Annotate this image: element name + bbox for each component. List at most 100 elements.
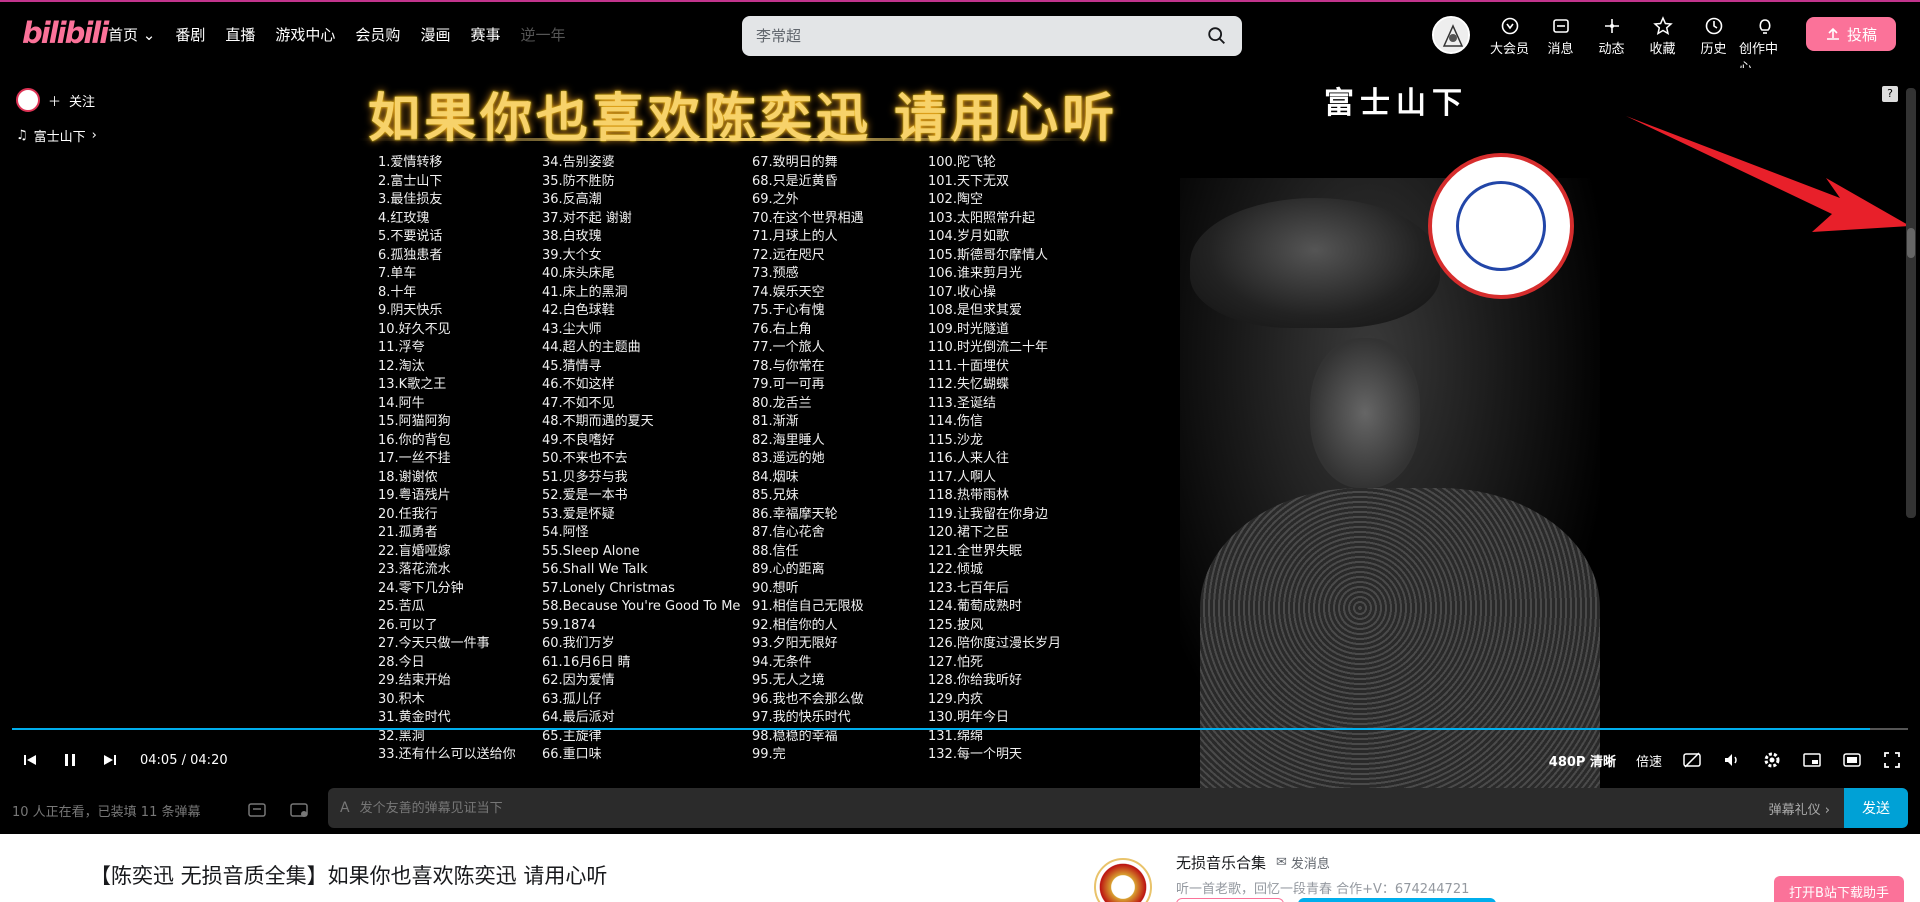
song-list-item: 77.一个旅人 (752, 340, 825, 355)
uploader-description: 听一首老歌，回忆一段青春 合作+V：674244721 (1176, 882, 1470, 897)
progress-bar[interactable] (12, 728, 1908, 730)
subtitle-off-icon[interactable] (1682, 750, 1702, 770)
user-avatar[interactable] (1432, 16, 1470, 54)
nav-dynamics[interactable]: 动态 (1586, 16, 1637, 76)
help-icon[interactable]: ? (1882, 86, 1898, 102)
song-list-item: 24.零下几分钟 (378, 580, 464, 596)
song-list-item: 120.裙下之臣 (928, 525, 1009, 540)
song-list-item: 74.娱乐天空 (752, 284, 825, 300)
danmaku-toggle-icon[interactable] (246, 799, 268, 821)
charge-button[interactable] (1176, 898, 1284, 902)
song-list-item: 36.反高潮 (542, 192, 602, 207)
song-list-item: 94.无条件 (752, 654, 812, 670)
song-list-item: 6.孤独患者 (378, 247, 443, 263)
search-input[interactable] (756, 27, 1206, 45)
song-list-item: 44.超人的主题曲 (542, 340, 641, 355)
nav-manga[interactable]: 漫画 (420, 24, 450, 45)
fullscreen-icon[interactable] (1882, 750, 1902, 770)
quality-selector[interactable]: 480P 清晰 (1549, 751, 1616, 770)
nav-favorites[interactable]: 收藏 (1637, 16, 1688, 76)
song-list-item: 64.最后派对 (542, 710, 615, 725)
song-list-item: 70.在这个世界相遇 (752, 210, 864, 226)
song-list-item: 58.Because You're Good To Me (542, 599, 741, 614)
lightbulb-icon (1759, 19, 1770, 34)
nav-history[interactable]: 历史 (1688, 16, 1739, 76)
song-list-item: 2.富士山下 (378, 173, 443, 189)
search-icon[interactable] (1206, 25, 1228, 47)
follow-button[interactable] (1298, 898, 1496, 902)
nav-mall[interactable]: 会员购 (355, 24, 400, 45)
danmaku-settings-icon[interactable] (288, 799, 310, 821)
picture-in-picture-icon[interactable] (1802, 750, 1822, 770)
song-list-item: 91.相信自己无限极 (752, 599, 864, 614)
nav-home[interactable]: 首页 ⌄ (108, 24, 155, 45)
song-list-item: 8.十年 (378, 284, 417, 300)
time-display: 04:05 / 04:20 (140, 753, 228, 768)
song-list-item: 38.白玫瑰 (542, 229, 602, 244)
song-list-item: 9.阴天快乐 (378, 303, 443, 318)
song-list-item: 3.最佳损友 (378, 192, 443, 207)
nav-vip-label: 大会员 (1489, 42, 1529, 57)
title-underline (358, 138, 1098, 141)
song-list-item: 62.因为爱情 (542, 673, 615, 688)
song-list-item: 15.阿猫阿狗 (378, 414, 451, 429)
settings-gear-icon[interactable] (1762, 750, 1782, 770)
previous-icon[interactable] (20, 750, 40, 770)
widescreen-icon[interactable] (1842, 750, 1862, 770)
nav-game-center[interactable]: 游戏中心 (275, 24, 335, 45)
nav-messages[interactable]: 消息 (1535, 16, 1586, 76)
pause-icon[interactable] (60, 750, 80, 770)
nav-anime[interactable]: 番剧 (175, 24, 205, 45)
danmaku-input[interactable] (359, 800, 1769, 816)
next-icon[interactable] (100, 750, 120, 770)
song-list-item: 123.七百年后 (928, 580, 1009, 596)
nav-live[interactable]: 直播 (225, 24, 255, 45)
page-scrollbar[interactable] (1906, 88, 1916, 518)
song-list-item: 95.无人之境 (752, 673, 825, 688)
current-song-chip[interactable]: ♫ 富士山下 › (16, 126, 97, 145)
video-player[interactable]: ＋关注 ♫ 富士山下 › 如果你也喜欢陈奕迅 请用心听 富士山下 1.爱情转移 2.富… (0, 68, 1920, 788)
singer-hat (1190, 198, 1440, 328)
song-list-item: 53.爱是怀疑 (542, 506, 615, 522)
download-app-button[interactable]: 打开B站下载助手 (1774, 876, 1904, 902)
danmaku-style-icon[interactable]: A (340, 800, 350, 816)
song-list-item: 11.浮夸 (378, 340, 425, 355)
nav-year-review[interactable]: 逆一年 (520, 24, 565, 45)
song-list-item: 129.内疚 (928, 691, 983, 707)
seal-inner-ring (1456, 181, 1546, 271)
song-list-item: 34.告别姿婆 (542, 155, 615, 170)
nav-esports[interactable]: 赛事 (470, 24, 500, 45)
nav-vip[interactable]: 大会员 (1484, 16, 1535, 76)
uploader-name[interactable]: 无损音乐合集 (1176, 852, 1266, 873)
song-list-item: 4.红玫瑰 (378, 210, 430, 226)
nav-creator-center[interactable]: 创作中心 (1739, 16, 1790, 76)
song-list-item: 87.信心花舍 (752, 525, 825, 540)
search-box (742, 16, 1242, 56)
song-column-1: 1.爱情转移 2.富士山下 3.最佳损友 4.红玫瑰 5.不要说话 6.孤独患者 7.单车 8… (378, 154, 542, 765)
song-list-item: 72.远在咫尺 (752, 247, 825, 263)
song-list-item: 48.不期而遇的夏天 (542, 414, 654, 429)
song-list-item: 112.失忆蝴蝶 (928, 377, 1009, 392)
bilibili-logo[interactable]: bilibili (22, 16, 109, 50)
video-info-area: 【陈奕迅 无损音质全集】如果你也喜欢陈奕迅 请用心听 无损音乐合集 ✉ 发消息 听… (0, 834, 1920, 902)
song-list-item: 128.你给我听好 (928, 673, 1022, 688)
follow-uploader[interactable]: ＋ 关注 (16, 88, 95, 112)
viewer-count: 10 人正在看，已装填 11 条弹幕 (12, 804, 201, 820)
song-list-item: 83.遥远的她 (752, 451, 825, 466)
song-list-item: 121.全世界失眠 (928, 543, 1022, 559)
danmaku-etiquette-link[interactable]: 弹幕礼仪 › (1769, 799, 1830, 818)
speed-selector[interactable]: 倍速 (1636, 751, 1662, 770)
uploader-mini-avatar (16, 88, 40, 112)
scrollbar-thumb[interactable] (1907, 228, 1915, 258)
send-message-link[interactable]: ✉ 发消息 (1276, 853, 1330, 872)
song-list-item: 27.今天只做一件事 (378, 636, 490, 651)
volume-icon[interactable] (1722, 750, 1742, 770)
send-danmaku-button[interactable]: 发送 (1844, 788, 1908, 828)
upload-button[interactable]: 投稿 (1806, 17, 1896, 51)
song-list-item: 115.沙龙 (928, 432, 983, 448)
uploader-avatar[interactable] (1094, 858, 1152, 902)
song-list-item: 109.时光隧道 (928, 321, 1009, 337)
song-list-item: 116.人来人往 (928, 451, 1009, 466)
song-list-item: 78.与你常在 (752, 358, 825, 374)
song-list-item: 14.阿牛 (378, 395, 425, 411)
